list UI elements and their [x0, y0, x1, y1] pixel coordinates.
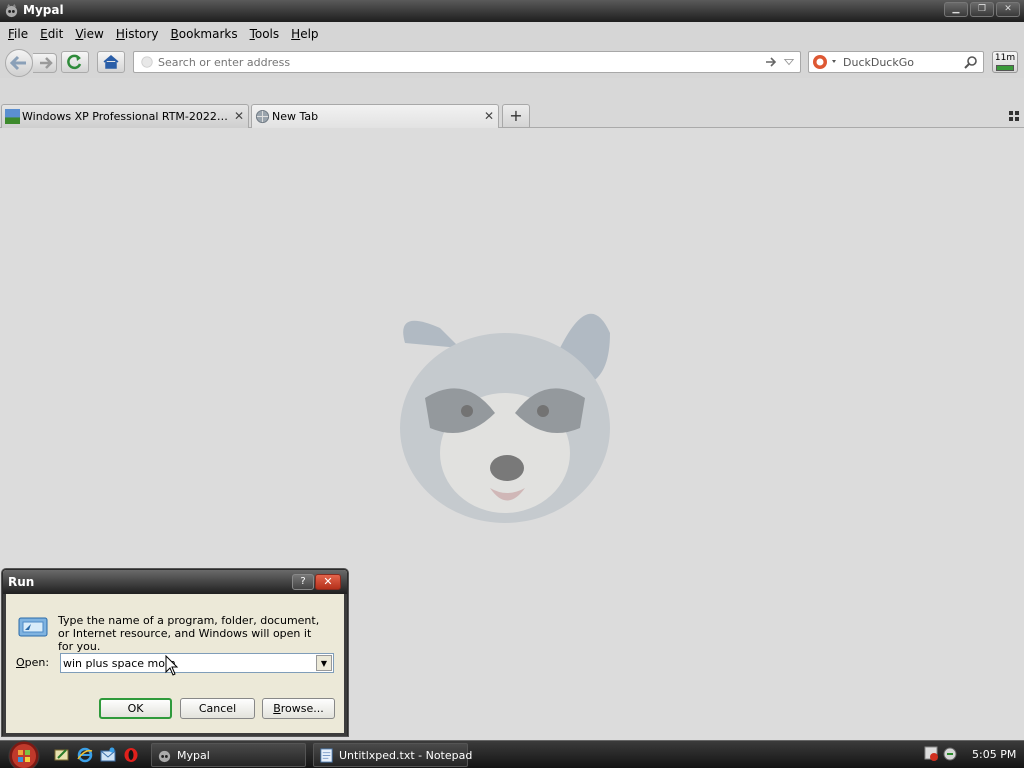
show-desktop-icon[interactable] — [54, 747, 70, 763]
address-input[interactable] — [158, 54, 758, 70]
restore-button[interactable]: ❐ — [970, 2, 994, 17]
raccoon-logo-image — [400, 313, 610, 523]
home-button[interactable] — [97, 51, 125, 73]
tab-windows-xp[interactable]: Windows XP Professional RTM-2022-04... ✕ — [1, 104, 249, 128]
timer-label: 11m — [994, 53, 1016, 63]
notepad-icon — [320, 748, 333, 763]
reload-button[interactable] — [61, 51, 89, 73]
close-tab-icon[interactable]: ✕ — [484, 109, 494, 123]
window-title: Mypal — [23, 3, 64, 17]
arrow-left-icon — [9, 55, 26, 71]
cancel-button[interactable]: Cancel — [180, 698, 255, 719]
internet-explorer-icon[interactable] — [77, 747, 93, 763]
mypal-app-icon — [5, 3, 18, 18]
window-titlebar[interactable]: Mypal ▁ ❐ ✕ — [0, 0, 1024, 22]
close-dialog-button[interactable]: ✕ — [315, 574, 341, 590]
dropdown-icon[interactable] — [783, 56, 795, 68]
window-controls: ▁ ❐ ✕ — [944, 2, 1020, 17]
search-bar[interactable]: DuckDuckGo — [808, 51, 984, 73]
tab-label: New Tab — [272, 110, 319, 123]
tab-strip: Windows XP Professional RTM-2022-04... ✕… — [0, 100, 1024, 128]
forward-button[interactable] — [33, 53, 57, 73]
arrow-right-icon — [40, 57, 53, 69]
mouse-cursor-icon — [165, 655, 179, 676]
menu-file[interactable]: File — [2, 27, 34, 41]
taskbar-item-label: Untitlxped.txt - Notepad — [339, 749, 473, 762]
start-button[interactable] — [3, 737, 45, 768]
menu-tools[interactable]: Tools — [244, 27, 286, 41]
menu-help[interactable]: Help — [285, 27, 324, 41]
globe-icon — [255, 109, 270, 124]
open-input[interactable] — [63, 656, 313, 670]
menu-bookmarks[interactable]: Bookmarks — [165, 27, 244, 41]
address-bar[interactable] — [133, 51, 801, 73]
tab-new-tab[interactable]: New Tab ✕ — [251, 104, 499, 128]
ok-button[interactable]: OK — [99, 698, 172, 719]
go-arrow-icon[interactable] — [764, 55, 778, 69]
search-engine-label: DuckDuckGo — [843, 56, 914, 69]
close-tab-icon[interactable]: ✕ — [234, 109, 244, 123]
mypal-taskbar-icon — [158, 750, 171, 763]
new-tab-button[interactable]: + — [502, 104, 530, 128]
clock[interactable]: 5:05 PM — [972, 748, 1016, 761]
timer-bar — [996, 65, 1014, 71]
taskbar-item-mypal[interactable]: Mypal — [151, 743, 306, 767]
taskbar: Mypal Untitlxped.txt - Notepad 5:05 PM — [0, 740, 1024, 768]
menu-view[interactable]: View — [69, 27, 109, 41]
opera-icon[interactable] — [123, 747, 139, 763]
run-dialog[interactable]: Run ? ✕ Type the name of a program, fold… — [2, 569, 348, 736]
page-icon — [141, 56, 153, 68]
system-tray-icons[interactable] — [923, 744, 963, 764]
menu-history[interactable]: History — [110, 27, 165, 41]
taskbar-item-notepad[interactable]: Untitlxped.txt - Notepad — [313, 743, 472, 767]
back-forward-group — [5, 49, 57, 77]
landscape-favicon — [5, 109, 20, 124]
navigation-toolbar: DuckDuckGo 11m — [0, 46, 1024, 78]
reload-icon — [67, 54, 82, 70]
open-combobox[interactable]: ▼ — [60, 653, 334, 673]
tab-groups-icon[interactable] — [1009, 111, 1019, 121]
search-icon[interactable] — [964, 55, 978, 69]
menu-bar: File Edit View History Bookmarks Tools H… — [0, 22, 1024, 46]
timer-button[interactable]: 11m — [992, 51, 1018, 73]
browse-button[interactable]: Browse... — [262, 698, 335, 719]
home-icon — [103, 55, 119, 69]
tab-label: Windows XP Professional RTM-2022-04... — [22, 110, 228, 123]
run-description: Type the name of a program, folder, docu… — [58, 614, 320, 653]
back-button[interactable] — [5, 49, 33, 77]
run-dialog-title: Run — [8, 575, 35, 589]
taskbar-item-label: Mypal — [177, 749, 210, 762]
combo-dropdown-button[interactable]: ▼ — [316, 655, 332, 671]
duckduckgo-icon[interactable] — [812, 54, 842, 70]
run-icon — [18, 617, 48, 637]
minimize-button[interactable]: ▁ — [944, 2, 968, 17]
help-button[interactable]: ? — [292, 574, 314, 590]
run-dialog-titlebar[interactable]: Run ? ✕ — [3, 570, 347, 594]
close-window-button[interactable]: ✕ — [996, 2, 1020, 17]
menu-edit[interactable]: Edit — [34, 27, 69, 41]
outlook-express-icon[interactable] — [100, 747, 116, 763]
open-label: Open: — [16, 656, 50, 669]
